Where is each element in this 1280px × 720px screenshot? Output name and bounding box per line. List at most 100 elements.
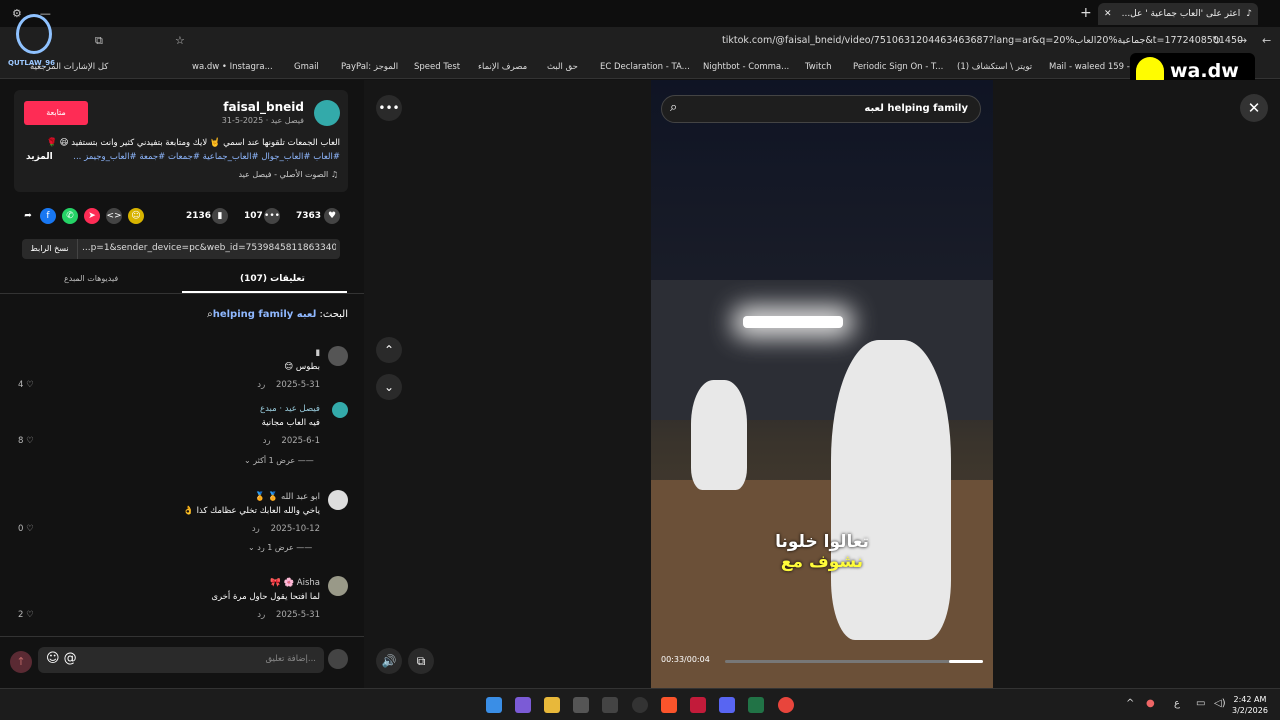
url-field[interactable]: tiktok.com/@faisal_bneid/video/751063120… xyxy=(722,35,1243,46)
prev-video-icon[interactable]: ⌃ xyxy=(376,337,402,363)
star-icon[interactable]: ☆ xyxy=(175,34,185,47)
bookmark-ec[interactable]: EC Declaration - TA... xyxy=(600,62,690,72)
commenter-avatar[interactable] xyxy=(328,346,348,366)
bookmark-twitter[interactable]: (1) تويتر \ استكشاف xyxy=(957,62,1032,72)
comment-text: لما افتحا يقول حاول مرة أخرى xyxy=(211,592,320,602)
bookmark-periodic[interactable]: Periodic Sign On - T... xyxy=(853,62,943,72)
bookmark-bank[interactable]: مصرف الإنماء xyxy=(478,62,527,72)
search-suggestion[interactable]: البحث: لعبه helping family⌕ xyxy=(207,309,348,320)
tab-creator-videos[interactable]: فيديوهات المبدع xyxy=(64,274,118,283)
speaker-icon[interactable]: ◁) xyxy=(1214,698,1226,709)
post-hashtags[interactable]: #العاب #العاب_جوال #العاب_جماعية #جمعات … xyxy=(40,150,340,164)
excel-icon[interactable] xyxy=(748,697,764,713)
comment-placeholder: إضافة تعليق... xyxy=(265,654,316,664)
volume-icon[interactable]: 🔊 xyxy=(376,648,402,674)
like-icon[interactable]: ♥ xyxy=(324,208,340,224)
tab-underline xyxy=(182,291,347,293)
commenter-avatar[interactable] xyxy=(328,490,348,510)
copy-link-button[interactable]: نسخ الرابط xyxy=(22,239,78,259)
commenter-name[interactable]: ابو عبد الله 🏅 🏅 xyxy=(254,492,320,502)
view-replies-2[interactable]: —— عرض 1 رد ⌄ xyxy=(248,543,312,552)
whatsapp-icon[interactable]: ✆ xyxy=(62,208,78,224)
copy-link-box: نسخ الرابط ...p=1&sender_device=pc&web_i… xyxy=(22,239,340,259)
coin-icon[interactable]: ☺ xyxy=(128,208,144,224)
mic-icon[interactable]: ● xyxy=(1146,698,1155,709)
video-stage: ••• ⌃ ⌄ 🔊 ⧉ تعالوا خلونا نشوف مع 00:33/00… xyxy=(364,80,1280,688)
active-tab[interactable]: ♪ اعثر على 'العاب جماعية ' عل... ✕ xyxy=(1098,3,1258,25)
next-video-icon[interactable]: ⌄ xyxy=(376,374,402,400)
like-count: 7363 xyxy=(296,211,322,221)
file-explorer-icon[interactable] xyxy=(544,697,560,713)
share-icon[interactable]: ➦ xyxy=(20,208,36,224)
commenter-name[interactable]: ▮ xyxy=(315,348,320,358)
post-date: فيصل عيد · 2025-5-31 xyxy=(221,116,304,125)
tray-chevron-icon[interactable]: ^ xyxy=(1126,698,1134,709)
video-scene-light xyxy=(743,316,843,328)
emoji-icon[interactable]: ☺ @ xyxy=(46,651,77,666)
calculator-icon[interactable] xyxy=(602,697,618,713)
extensions-icon[interactable]: ⧉ xyxy=(95,34,103,48)
bookmark-haq[interactable]: حق البث xyxy=(547,62,578,72)
commenter-name[interactable]: فيصل عيد · مبدع xyxy=(260,404,320,414)
sound-link[interactable]: ♫ الصوت الأصلي - فيصل عيد xyxy=(238,170,338,179)
snap-username: wa.dw xyxy=(1170,59,1239,82)
bookmark-twitch[interactable]: Twitch xyxy=(805,62,832,72)
bookmark-gmail[interactable]: Gmail xyxy=(294,62,319,72)
commenter-avatar[interactable] xyxy=(328,576,348,596)
share-url: ...p=1&sender_device=pc&web_id=753984581… xyxy=(82,243,336,253)
video-caption: تعالوا خلونا نشوف مع xyxy=(775,532,869,572)
network-icon[interactable]: ▭ xyxy=(1196,698,1205,709)
comment-text: ياخي والله العابك تخلي عظامك كذا 👌 xyxy=(183,506,320,516)
pip-icon[interactable]: ⧉ xyxy=(408,648,434,674)
more-options-icon[interactable]: ••• xyxy=(376,95,402,121)
comment-like[interactable]: 8 ♡ xyxy=(18,436,34,446)
reply-button[interactable]: رد xyxy=(257,610,265,620)
comment-like[interactable]: 2 ♡ xyxy=(18,610,34,620)
system-clock[interactable]: 2:42 AM 3/2/2026 xyxy=(1232,694,1268,716)
comment-like[interactable]: 4 ♡ xyxy=(18,380,34,390)
chrome-icon[interactable] xyxy=(778,697,794,713)
commenter-name[interactable]: Aisha 🌸 🎀 xyxy=(270,578,320,588)
comment-like[interactable]: 0 ♡ xyxy=(18,524,34,534)
post-comment-button[interactable]: ↑ xyxy=(10,651,32,673)
view-replies-1[interactable]: —— عرض 1 أكثر ⌄ xyxy=(244,456,314,465)
creator-avatar[interactable] xyxy=(332,402,348,418)
reply-button[interactable]: رد xyxy=(263,436,271,446)
discord-icon[interactable] xyxy=(719,697,735,713)
bookmark-speedtest[interactable]: Speed Test xyxy=(414,62,460,72)
copilot-icon[interactable] xyxy=(515,697,531,713)
more-button[interactable]: المزيد xyxy=(26,152,53,162)
tab-comments[interactable]: تعليقات (107) xyxy=(240,274,305,284)
bookmark-nightbot[interactable]: Nightbot - Comma... xyxy=(703,62,789,72)
obs-icon[interactable] xyxy=(632,697,648,713)
store-icon[interactable] xyxy=(573,697,589,713)
author-avatar[interactable] xyxy=(314,100,340,126)
progress-bar[interactable] xyxy=(725,660,983,663)
acrobat-icon[interactable] xyxy=(690,697,706,713)
video-search-box[interactable]: ⌕ لعبه helping family xyxy=(661,95,981,123)
start-icon[interactable] xyxy=(486,697,502,713)
embed-icon[interactable]: <> xyxy=(106,208,122,224)
close-tab-icon[interactable]: ✕ xyxy=(1104,9,1112,19)
author-username[interactable]: faisal_bneid xyxy=(223,100,304,114)
video-player[interactable]: تعالوا خلونا نشوف مع 00:33/00:04 xyxy=(651,80,993,688)
comment-tabs: فيديوهات المبدع تعليقات (107) xyxy=(0,272,364,294)
reply-button[interactable]: رد xyxy=(252,524,260,534)
back-icon[interactable]: ← xyxy=(1262,34,1271,47)
new-tab-button[interactable]: + xyxy=(1080,5,1092,21)
bookmark-icon[interactable]: ▮ xyxy=(212,208,228,224)
comment-input[interactable]: ☺ @ إضافة تعليق... xyxy=(38,647,324,673)
bookmark-paypal[interactable]: PayPal: الموجز xyxy=(341,62,398,72)
language-indicator[interactable]: ع xyxy=(1174,698,1180,709)
close-video-button[interactable]: ✕ xyxy=(1240,94,1268,122)
bookmark-mail[interactable]: Mail - waleed 159 -... xyxy=(1049,62,1138,72)
bookmark-instagram[interactable]: wa.dw • Instagra... xyxy=(192,62,273,72)
facebook-icon[interactable]: f xyxy=(40,208,56,224)
send-icon[interactable]: ➤ xyxy=(84,208,100,224)
follow-button[interactable]: متابعة xyxy=(24,101,88,125)
comment-text: فيه العاب مجانية xyxy=(261,418,320,428)
comment-icon[interactable]: ••• xyxy=(264,208,280,224)
comment-date: 2025-5-31 رد xyxy=(257,380,320,390)
brave-icon[interactable] xyxy=(661,697,677,713)
reply-button[interactable]: رد xyxy=(257,380,265,390)
